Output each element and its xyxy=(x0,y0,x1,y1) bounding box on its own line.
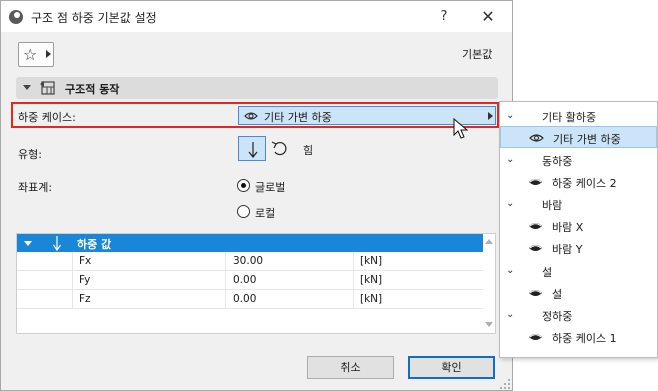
group-label: 정하중 xyxy=(542,310,573,323)
chevron-down-icon: ⌄ xyxy=(506,265,515,276)
chevron-down-icon: ⌄ xyxy=(506,198,515,209)
resize-grip-icon[interactable] xyxy=(499,378,511,390)
eye-icon xyxy=(529,134,544,142)
radio-global-label: 글로벌 xyxy=(255,181,286,194)
dialog-title: 구조 점 하중 기본값 설정 xyxy=(31,11,157,25)
load-default-settings-dialog: 구조 점 하중 기본값 설정 ? ✕ ☆ 기본값 구조적 동작 하중 케이스: … xyxy=(0,0,513,391)
eye-closed-icon xyxy=(529,223,542,229)
force-arrow-icon xyxy=(53,236,61,251)
eye-icon xyxy=(244,112,258,120)
menu-item-label: 하중 케이스 2 xyxy=(552,177,617,190)
row-name: Fx xyxy=(79,255,92,267)
menu-item[interactable]: 하중 케이스 1 xyxy=(500,326,657,348)
row-value[interactable]: 0.00 xyxy=(233,274,256,286)
eye-closed-icon xyxy=(529,334,542,340)
row-name: Fz xyxy=(79,293,91,305)
menu-item-label: 바람 Y xyxy=(552,243,583,256)
default-label: 기본값 xyxy=(462,48,493,61)
group-header[interactable]: ⌄ 동하중 xyxy=(500,149,657,171)
menu-item-label: 설 xyxy=(552,288,563,301)
section-structural-behavior[interactable]: 구조적 동작 xyxy=(16,77,498,99)
row-value[interactable]: 0.00 xyxy=(233,293,256,305)
group-label: 동하중 xyxy=(542,155,573,168)
eye-closed-icon xyxy=(529,245,542,251)
group-header[interactable]: ⌄ 설 xyxy=(500,260,657,282)
menu-item[interactable]: 기타 가변 하중 xyxy=(500,126,657,148)
table-row[interactable]: Fx 30.00 [kN] xyxy=(17,252,483,271)
mouse-cursor-icon xyxy=(453,118,469,139)
moment-type-button[interactable] xyxy=(269,136,293,161)
chevron-right-icon xyxy=(488,112,493,120)
group-label: 설 xyxy=(542,266,553,279)
column-divider xyxy=(225,252,226,309)
group-label: 기타 활하중 xyxy=(542,111,597,124)
row-unit: [kN] xyxy=(360,293,383,305)
app-logo-icon xyxy=(9,10,23,24)
radio-local[interactable] xyxy=(237,205,250,218)
star-icon: ☆ xyxy=(23,45,38,64)
menu-item[interactable]: 설 xyxy=(500,282,657,304)
eye-closed-icon xyxy=(529,290,542,296)
force-arrow-icon xyxy=(248,142,258,158)
row-unit: [kN] xyxy=(360,255,383,267)
group-label: 바람 xyxy=(542,199,563,212)
row-value[interactable]: 30.00 xyxy=(233,255,263,267)
row-name: Fy xyxy=(79,274,91,286)
ok-button[interactable]: 확인 xyxy=(408,356,495,379)
group-header[interactable]: ⌄ 정하중 xyxy=(500,304,657,326)
table-row[interactable]: Fy 0.00 [kN] xyxy=(17,271,483,290)
row-unit: [kN] xyxy=(360,274,383,286)
menu-item-label: 바람 X xyxy=(552,221,584,234)
eye-closed-icon xyxy=(529,179,542,185)
close-button[interactable]: ✕ xyxy=(477,7,499,27)
radio-local-label: 로컬 xyxy=(255,207,276,220)
chevron-down-icon: ⌄ xyxy=(506,309,515,320)
chevron-down-icon: ⌄ xyxy=(506,154,515,165)
table-row[interactable]: Fz 0.00 [kN] xyxy=(17,290,483,309)
load-case-popup-menu: ⌄ 기타 활하중 기타 가변 하중 ⌄ 동하중 하중 케이스 2 ⌄ 바람 바람… xyxy=(499,101,658,358)
scroll-down-icon[interactable] xyxy=(485,322,493,327)
group-header[interactable]: ⌄ 바람 xyxy=(500,193,657,215)
menu-item-label: 하중 케이스 1 xyxy=(552,332,617,345)
column-divider xyxy=(72,252,73,309)
chevron-down-icon: ⌄ xyxy=(506,110,515,121)
column-divider xyxy=(353,252,354,309)
section-label: 구조적 동작 xyxy=(65,83,120,96)
menu-item-label: 기타 가변 하중 xyxy=(553,133,621,146)
menu-item[interactable]: 바람 X xyxy=(500,215,657,237)
structural-analysis-icon xyxy=(40,81,55,95)
favorites-button[interactable]: ☆ xyxy=(18,42,54,67)
table-header-label: 하중 값 xyxy=(77,238,112,251)
scroll-up-icon[interactable] xyxy=(485,239,493,244)
collapse-triangle-icon xyxy=(23,85,31,90)
group-header[interactable]: ⌄ 기타 활하중 xyxy=(500,105,657,127)
moment-label: 힘 xyxy=(303,144,314,157)
load-case-value: 기타 가변 하중 xyxy=(264,111,332,124)
cancel-button[interactable]: 취소 xyxy=(307,356,394,379)
title-bar[interactable]: 구조 점 하중 기본값 설정 ? ✕ xyxy=(1,1,512,32)
table-header[interactable]: 하중 값 xyxy=(17,234,483,252)
radio-global[interactable] xyxy=(237,179,250,192)
menu-item[interactable]: 하중 케이스 2 xyxy=(500,171,657,193)
coordinate-system-label: 좌표계: xyxy=(18,181,53,194)
moment-rotate-icon xyxy=(271,141,287,156)
chevron-right-icon xyxy=(46,50,51,58)
menu-item[interactable]: 바람 Y xyxy=(500,237,657,259)
help-button[interactable]: ? xyxy=(434,7,454,27)
force-type-button[interactable] xyxy=(238,136,266,161)
collapse-triangle-icon xyxy=(24,241,32,246)
type-label: 유형: xyxy=(18,148,42,161)
load-values-table: 하중 값 Fx 30.00 [kN] Fy 0.00 [kN] Fz 0.00 … xyxy=(16,233,496,334)
